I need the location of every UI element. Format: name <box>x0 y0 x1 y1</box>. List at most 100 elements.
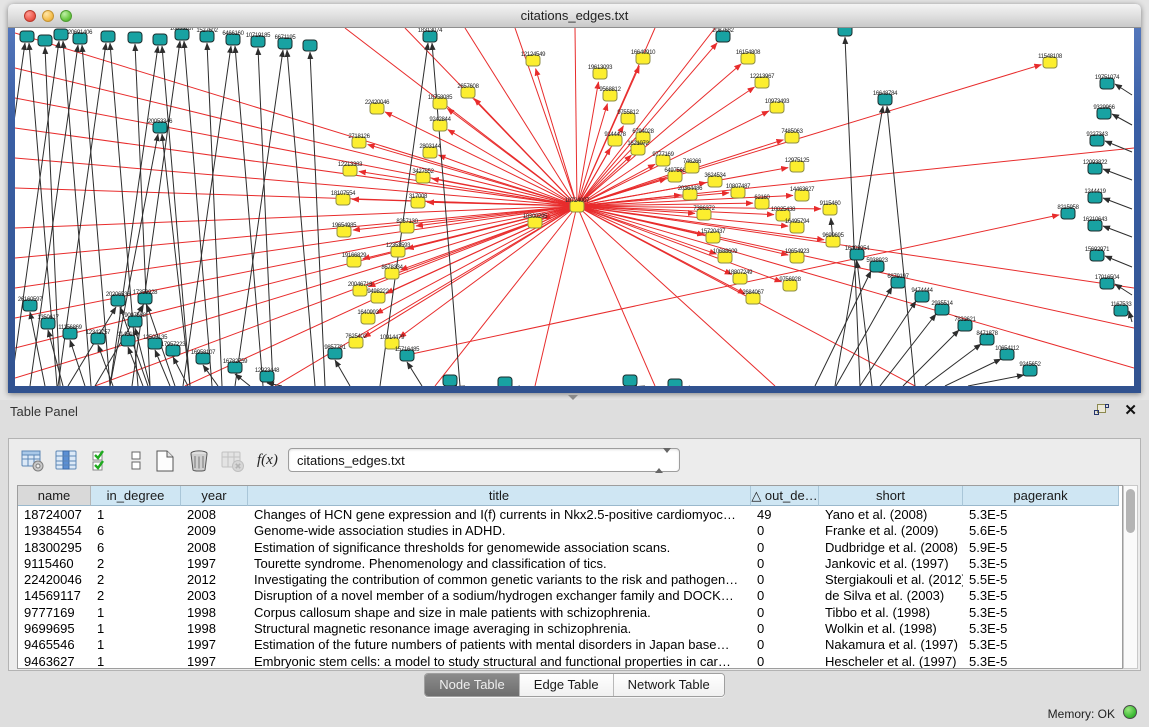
table-row[interactable]: 2242004622012Investigating the contribut… <box>18 572 1122 588</box>
svg-text:15692971: 15692971 <box>1085 247 1110 253</box>
column-header-year[interactable]: year <box>181 486 248 506</box>
table-vertical-scrollbar[interactable] <box>1123 485 1138 669</box>
select-column-icon[interactable] <box>55 449 79 473</box>
table-cell: 2008 <box>181 540 248 556</box>
table-cell: Tibbo et al. (1998) <box>819 605 963 621</box>
table-cell: 22420046 <box>18 572 91 588</box>
table-row[interactable]: 969969511998Structural magnetic resonanc… <box>18 621 1122 637</box>
svg-text:9857791: 9857791 <box>324 345 346 351</box>
table-panel: Table Panel ✕ <box>0 400 1149 727</box>
svg-text:7625402: 7625402 <box>345 334 367 340</box>
svg-text:20691406: 20691406 <box>68 30 93 36</box>
svg-text:2718126: 2718126 <box>348 134 370 140</box>
svg-text:9699695: 9699695 <box>822 233 844 239</box>
scrollbar-thumb[interactable] <box>1126 489 1135 533</box>
table-cell: Franke et al. (2009) <box>819 523 963 539</box>
table-settings-icon[interactable] <box>21 449 45 473</box>
svg-text:8471878: 8471878 <box>976 331 998 337</box>
table-row[interactable]: 1456911722003Disruption of a novel membe… <box>18 588 1122 604</box>
table-cell: 5.3E-5 <box>963 637 1119 653</box>
delete-table-icon[interactable] <box>187 449 211 473</box>
close-panel-icon[interactable]: ✕ <box>1124 402 1137 420</box>
table-cell: 5.3E-5 <box>963 507 1119 523</box>
table-cell: 2008 <box>181 507 248 523</box>
table-cell: 5.3E-5 <box>963 654 1119 669</box>
function-builder-icon[interactable]: f(x) <box>257 452 281 476</box>
table-panel-title: Table Panel <box>10 404 78 419</box>
table-select-dropdown[interactable]: citations_edges.txt <box>288 448 680 472</box>
table-cell: 9699695 <box>18 621 91 637</box>
memory-status-indicator[interactable] <box>1123 705 1137 719</box>
column-header-title[interactable]: title <box>248 486 751 506</box>
table-cell: 1997 <box>181 654 248 669</box>
svg-text:9777169: 9777169 <box>652 152 674 158</box>
tab-network-table[interactable]: Network Table <box>614 674 724 696</box>
column-header-name[interactable]: name <box>18 486 91 506</box>
svg-text:10807487: 10807487 <box>726 184 751 190</box>
svg-text:1167533: 1167533 <box>1111 302 1133 308</box>
table-cell: 2012 <box>181 572 248 588</box>
table-row[interactable]: 911546021997Tourette syndrome. Phenomeno… <box>18 556 1122 572</box>
column-header-in_degree[interactable]: in_degree <box>91 486 181 506</box>
svg-text:16495794: 16495794 <box>785 219 810 225</box>
svg-text:10653287: 10653287 <box>170 28 195 32</box>
table-row[interactable]: 946362711997Embryonic stem cells: a mode… <box>18 654 1122 669</box>
table-cell: 1997 <box>181 637 248 653</box>
svg-text:20206536: 20206536 <box>106 292 131 298</box>
new-table-icon[interactable] <box>153 449 177 473</box>
svg-text:20046718: 20046718 <box>348 282 373 288</box>
column-header-pagerank[interactable]: pagerank <box>963 486 1119 506</box>
table-cell: Structural magnetic resonance image aver… <box>248 621 751 637</box>
unselect-rows-icon[interactable] <box>125 449 149 473</box>
svg-text:8678334: 8678334 <box>381 265 403 271</box>
tab-edge-table[interactable]: Edge Table <box>520 674 614 696</box>
select-all-icon[interactable] <box>91 449 115 473</box>
svg-text:12213967: 12213967 <box>750 74 775 80</box>
float-panel-icon[interactable] <box>1094 404 1109 418</box>
table-cell: 49 <box>751 507 819 523</box>
network-view-window[interactable]: citations_edges.txt 18724007183002952242… <box>8 4 1141 393</box>
svg-text:11156869: 11156869 <box>58 325 82 331</box>
table-cell: 1 <box>91 605 181 621</box>
column-header-short[interactable]: short <box>819 486 963 506</box>
svg-text:12923448: 12923448 <box>255 368 280 374</box>
svg-text:9756928: 9756928 <box>779 277 801 283</box>
window-titlebar[interactable]: citations_edges.txt <box>8 4 1141 28</box>
svg-text:1145190: 1145190 <box>118 332 140 338</box>
table-cell: 9463627 <box>18 654 91 669</box>
table-cell: Estimation of the future numbers of pati… <box>248 637 751 653</box>
svg-text:19166829: 19166829 <box>342 253 367 259</box>
svg-text:14463627: 14463627 <box>790 187 815 193</box>
table-cell: 9465546 <box>18 637 91 653</box>
svg-text:9227343: 9227343 <box>1086 132 1108 138</box>
table-row[interactable]: 977716911998Corpus callosum shape and si… <box>18 605 1122 621</box>
svg-text:19613093: 19613093 <box>588 65 613 71</box>
svg-text:317008: 317008 <box>409 194 428 200</box>
svg-text:18107554: 18107554 <box>331 191 356 197</box>
table-header-row: namein_degreeyeartitle△ out_de…shortpage… <box>18 486 1122 506</box>
table-cell: Tourette syndrome. Phenomenology and cla… <box>248 556 751 572</box>
table-cell: Estimation of significance thresholds fo… <box>248 540 751 556</box>
column-header-out_de[interactable]: △ out_de… <box>751 486 819 506</box>
svg-text:26160597: 26160597 <box>18 297 43 303</box>
table-panel-header: Table Panel ✕ <box>0 400 1149 422</box>
svg-text:20053346: 20053346 <box>148 119 173 125</box>
svg-text:5938923: 5938923 <box>866 258 888 264</box>
svg-text:7485063: 7485063 <box>781 129 803 135</box>
table-cell: 2003 <box>181 588 248 604</box>
table-cell: 18300295 <box>18 540 91 556</box>
table-row[interactable]: 946554611997Estimation of the future num… <box>18 637 1122 653</box>
table-row[interactable]: 1830029562008Estimation of significance … <box>18 540 1122 556</box>
tab-node-table[interactable]: Node Table <box>425 674 520 696</box>
svg-text:19654923: 19654923 <box>785 249 810 255</box>
window-title: citations_edges.txt <box>8 8 1141 23</box>
svg-text:17016504: 17016504 <box>1095 275 1120 281</box>
network-canvas[interactable]: 1872400718300295224200462718126122133831… <box>15 28 1134 386</box>
svg-text:1621072: 1621072 <box>627 141 649 147</box>
table-row[interactable]: 1938455462009Genome-wide association stu… <box>18 523 1122 539</box>
table-cell: 1997 <box>181 556 248 572</box>
table-cell: 1 <box>91 654 181 669</box>
svg-text:18724007: 18724007 <box>565 198 590 204</box>
table-cell: 0 <box>751 556 819 572</box>
table-row[interactable]: 1872400712008Changes of HCN gene express… <box>18 507 1122 523</box>
